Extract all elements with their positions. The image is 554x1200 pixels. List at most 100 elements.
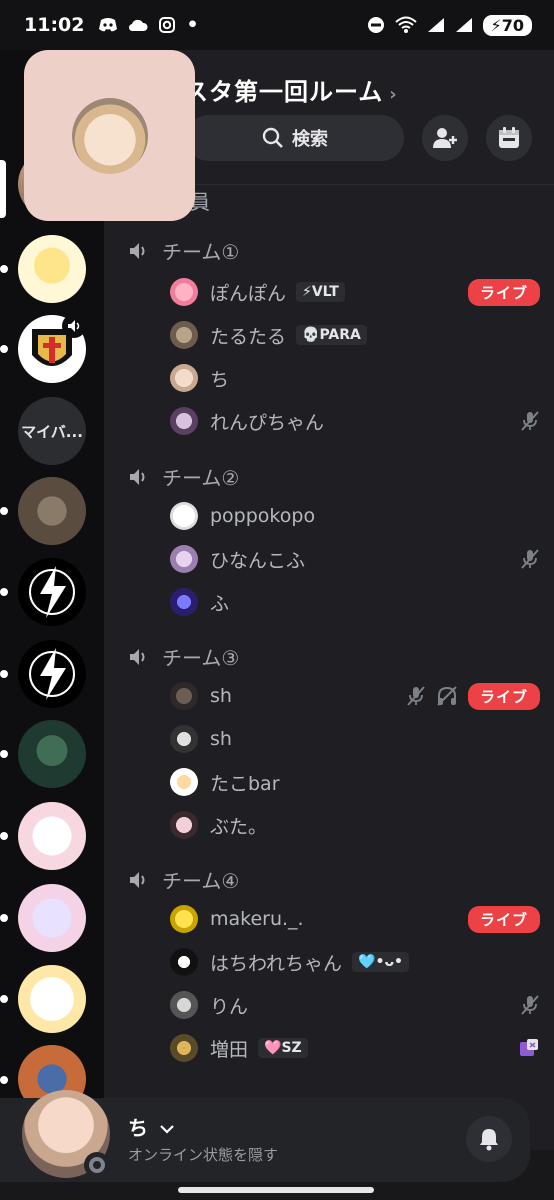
chevron-right-icon: › (389, 84, 398, 105)
live-badge: ライブ (467, 278, 540, 306)
server-title[interactable]: スタ第一回ルーム › (184, 72, 398, 107)
avatar (170, 991, 198, 1019)
avatar (170, 407, 198, 435)
speaker-icon (130, 242, 145, 259)
voice-channel-team-4[interactable]: チーム④ (128, 865, 239, 894)
server-icon-logo-1[interactable] (18, 558, 86, 626)
voice-channel-team-3[interactable]: チーム③ (128, 642, 239, 671)
voice-user[interactable]: 増田 🩷SZ (170, 1030, 540, 1066)
unread-pip (0, 832, 8, 840)
avatar (170, 1034, 198, 1062)
server-icon-chiikawa[interactable] (18, 235, 86, 303)
video-pip-overlay[interactable] (24, 50, 195, 221)
avatar (170, 768, 198, 796)
lightning-logo-icon (29, 566, 75, 618)
server-icon-cat[interactable] (18, 477, 86, 545)
status-bar: 11:02 • ⚡70 (0, 0, 554, 50)
instagram-icon (159, 17, 176, 33)
avatar (170, 321, 198, 349)
server-tag: 💀PARA (296, 325, 367, 345)
headphones-deafened-icon (437, 686, 457, 706)
selected-server-indicator (0, 160, 6, 218)
speaker-icon (130, 468, 145, 485)
voice-user[interactable]: はちわれちゃん 🩵•ᴗ• (170, 944, 540, 980)
home-indicator (178, 1187, 374, 1193)
avatar (170, 811, 198, 839)
voice-speaker-badge (62, 314, 86, 338)
invite-button[interactable] (422, 115, 468, 161)
search-icon (262, 127, 283, 148)
avatar (170, 948, 198, 976)
voice-user[interactable]: ひなんこふ (170, 541, 540, 577)
voice-user[interactable]: たるたる 💀PARA (170, 317, 540, 353)
speaker-icon (68, 320, 80, 332)
voice-user[interactable]: れんぴちゃん (170, 403, 540, 439)
speaker-icon (130, 648, 145, 665)
search-button[interactable]: 検索 (186, 115, 404, 161)
unread-pip (0, 914, 8, 922)
avatar (170, 502, 198, 530)
live-badge: ライブ (467, 682, 540, 710)
server-icon-text[interactable]: マイバ... (18, 397, 86, 465)
live-badge: ライブ (467, 905, 540, 933)
mic-muted-icon (407, 686, 425, 706)
avatar (170, 682, 198, 710)
voice-user[interactable]: sh (170, 721, 540, 757)
clock: 11:02 (24, 14, 85, 36)
server-tag: ⚡VLT (296, 282, 345, 302)
server-icon-anime[interactable] (18, 720, 86, 788)
server-icon-kuromi[interactable] (18, 884, 86, 952)
server-icon-kitty[interactable] (18, 802, 86, 870)
mic-muted-icon (521, 411, 539, 431)
avatar (170, 545, 198, 573)
notifications-button[interactable] (466, 1116, 512, 1162)
current-user-status: オンライン状態を隠す (128, 1146, 279, 1164)
unread-pip (0, 750, 8, 758)
voice-user[interactable]: ぽんぽん ⚡VLT ライブ (170, 274, 540, 310)
activity-icon (520, 1039, 538, 1056)
wifi-icon (394, 16, 417, 33)
avatar (170, 725, 198, 753)
add-user-icon (433, 128, 457, 148)
mic-muted-icon (521, 995, 539, 1015)
avatar (170, 588, 198, 616)
server-tag: 🩵•ᴗ• (352, 952, 410, 972)
calendar-icon (499, 127, 519, 148)
discord-notification-icon (99, 18, 118, 32)
unread-pip (0, 1076, 8, 1084)
voice-user[interactable]: makeru._. ライブ (170, 901, 540, 937)
unread-pip (0, 588, 8, 596)
current-user-name[interactable]: ち (128, 1112, 175, 1141)
voice-user[interactable]: ぶた。 (170, 807, 540, 843)
unread-pip (0, 670, 8, 678)
unread-pip (0, 995, 8, 1003)
unread-pip (0, 265, 8, 273)
voice-user[interactable]: りん (170, 987, 540, 1023)
dnd-icon (367, 17, 384, 33)
speaker-icon (130, 871, 145, 888)
server-tag: 🩷SZ (258, 1038, 308, 1058)
voice-user[interactable]: ち (170, 360, 540, 396)
status-indicator (84, 1152, 110, 1178)
voice-channel-team-1[interactable]: チーム① (128, 236, 239, 265)
voice-user[interactable]: ふ (170, 584, 540, 620)
server-icon-logo-2[interactable] (18, 640, 86, 708)
voice-channel-team-2[interactable]: チーム② (128, 462, 239, 491)
avatar (170, 364, 198, 392)
bell-icon (480, 1129, 498, 1151)
voice-user[interactable]: sh ライブ (170, 678, 540, 714)
unread-pip (0, 507, 8, 515)
battery-indicator: ⚡70 (482, 14, 532, 36)
pip-user-avatar (71, 97, 148, 174)
server-icon-bunny[interactable] (18, 965, 86, 1033)
voice-user[interactable]: poppokopo (170, 498, 540, 534)
mic-muted-icon (521, 549, 539, 569)
unread-pip (0, 345, 8, 353)
avatar (170, 905, 198, 933)
voice-user[interactable]: たこbar (170, 764, 540, 800)
signal-icon (427, 18, 444, 32)
chevron-down-icon (160, 1125, 174, 1134)
events-button[interactable] (486, 115, 532, 161)
lightning-logo-icon (29, 648, 75, 700)
dot-icon: • (186, 14, 199, 36)
